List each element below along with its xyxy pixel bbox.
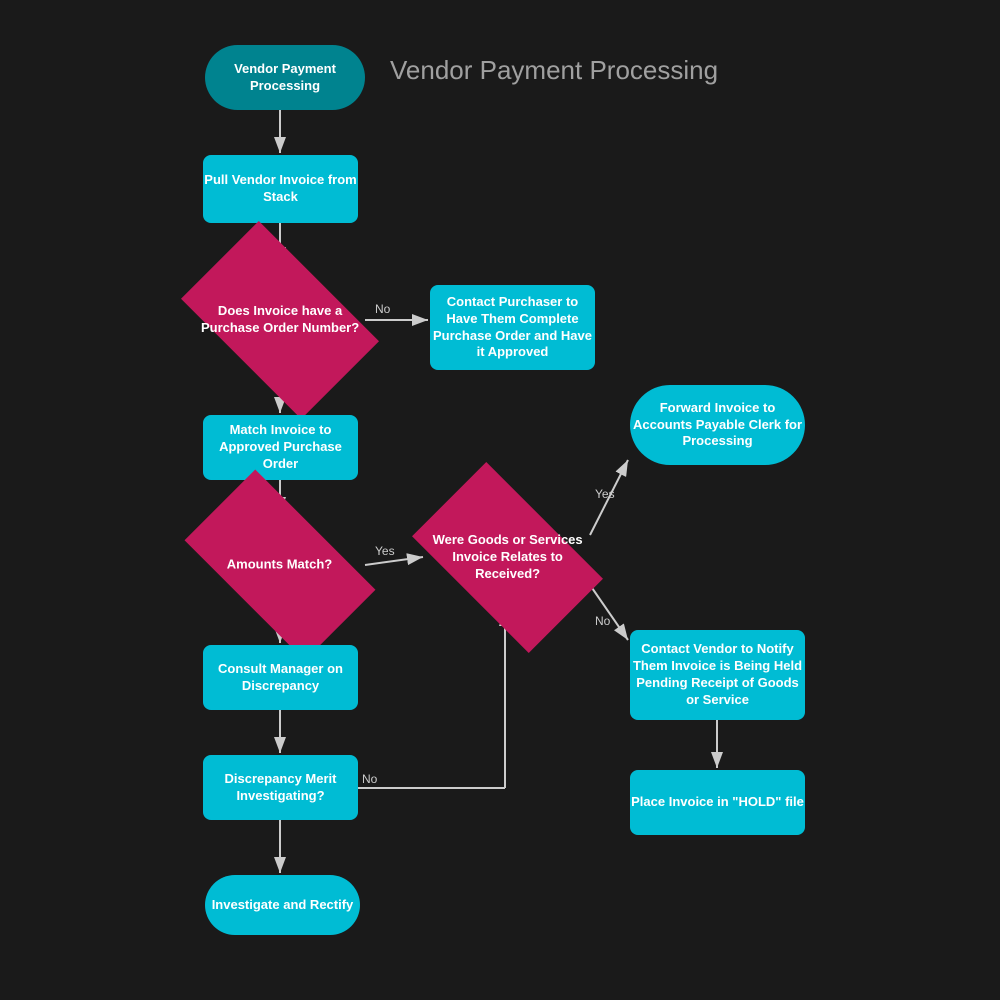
pull-invoice-node: Pull Vendor Invoice from Stack (203, 155, 358, 223)
discrepancy-merit-node: Discrepancy Merit Investigating? (203, 755, 358, 820)
diagram-title: Vendor Payment Processing (390, 55, 718, 86)
match-invoice-node: Match Invoice to Approved Purchase Order (203, 415, 358, 480)
amounts-match-node: Amounts Match? (195, 515, 365, 615)
goods-received-node: Were Goods or Services Invoice Relates t… (425, 505, 590, 610)
yes-label-2: Yes (375, 544, 395, 558)
investigate-node: Investigate and Rectify (205, 875, 360, 935)
has-po-node: Does Invoice have a Purchase Order Numbe… (195, 265, 365, 375)
contact-purchaser-node: Contact Purchaser to Have Them Complete … (430, 285, 595, 370)
no-label-3: No (595, 614, 611, 628)
no-label-1: No (375, 302, 391, 316)
hold-file-node: Place Invoice in "HOLD" file (630, 770, 805, 835)
yes-label-3: Yes (595, 487, 615, 501)
start-node: Vendor Payment Processing (205, 45, 365, 110)
forward-invoice-node: Forward Invoice to Accounts Payable Cler… (630, 385, 805, 465)
no-label-4: No (362, 772, 378, 786)
consult-manager-node: Consult Manager on Discrepancy (203, 645, 358, 710)
contact-vendor-node: Contact Vendor to Notify Them Invoice is… (630, 630, 805, 720)
